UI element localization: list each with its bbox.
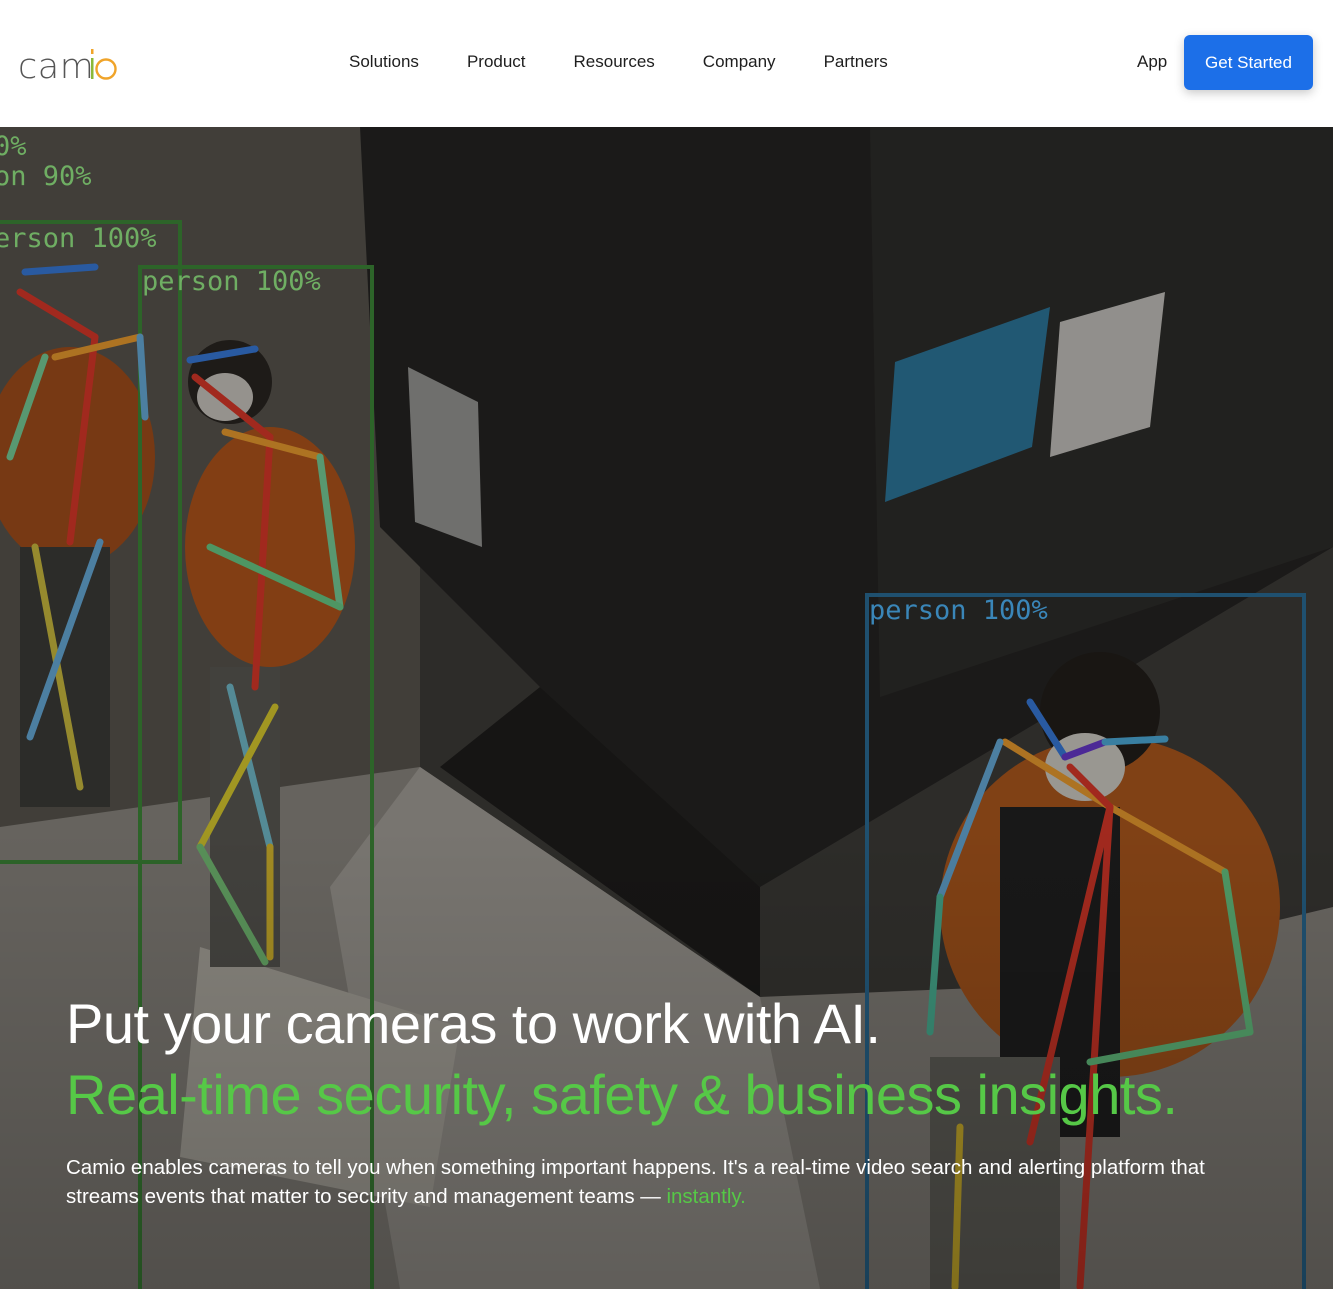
nav-product[interactable]: Product bbox=[443, 50, 550, 74]
hero-description-text: Camio enables cameras to tell you when s… bbox=[66, 1156, 1205, 1208]
detection-label: person 100% bbox=[142, 266, 321, 297]
nav-partners[interactable]: Partners bbox=[800, 50, 912, 74]
get-started-button[interactable]: Get Started bbox=[1184, 35, 1313, 90]
detection-label: erson 100% bbox=[0, 223, 157, 254]
hero-text: Put your cameras to work with AI. Real-t… bbox=[66, 993, 1266, 1211]
svg-text:cam: cam bbox=[18, 47, 94, 86]
hero-description: Camio enables cameras to tell you when s… bbox=[66, 1153, 1226, 1211]
detection-label: on 90% bbox=[0, 161, 92, 192]
hero-headline: Put your cameras to work with AI. bbox=[66, 992, 881, 1055]
camio-logo[interactable]: cam bbox=[18, 42, 118, 86]
nav-solutions[interactable]: Solutions bbox=[325, 50, 443, 74]
camio-logo-mark: cam bbox=[18, 47, 117, 86]
hero-subheadline: Real-time security, safety & business in… bbox=[66, 1063, 1178, 1126]
main-nav: Solutions Product Resources Company Part… bbox=[325, 50, 912, 74]
site-header: cam Solutions Product Resources Company … bbox=[0, 0, 1333, 127]
nav-resources[interactable]: Resources bbox=[550, 50, 679, 74]
nav-company[interactable]: Company bbox=[679, 50, 800, 74]
detection-label: 0% bbox=[0, 131, 27, 162]
app-link[interactable]: App bbox=[1137, 50, 1167, 74]
hero-description-accent: instantly. bbox=[666, 1185, 746, 1208]
hero-section: 0% on 90% erson 100% person 100% person … bbox=[0, 127, 1333, 1289]
detection-label: person 100% bbox=[869, 595, 1048, 626]
